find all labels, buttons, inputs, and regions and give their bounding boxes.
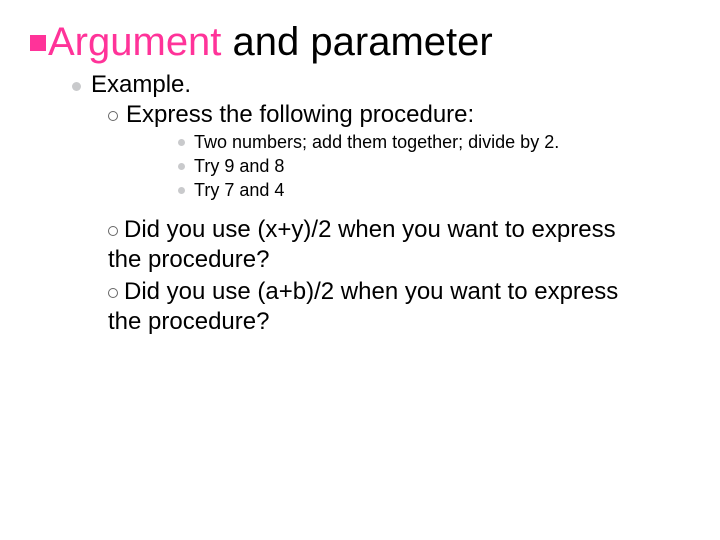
level2-text: Express the following procedure: (126, 101, 474, 129)
q1-line2: the procedure? (108, 245, 690, 275)
level3-text-b: Try 9 and 8 (194, 156, 284, 177)
disc-bullet-icon (72, 82, 81, 91)
q2-line1: Did you use (a+b)/2 when you want to exp… (124, 278, 618, 305)
circle-bullet-icon (108, 111, 118, 121)
square-bullet-icon (30, 35, 46, 51)
level3-text-c: Try 7 and 4 (194, 180, 284, 201)
title-text: Argument and parameter (48, 20, 493, 65)
bullet-level3-a: Two numbers; add them together; divide b… (178, 132, 690, 153)
small-disc-bullet-icon (178, 139, 185, 146)
slide-title: Argument and parameter (30, 20, 690, 65)
title-accent-word: Argument (48, 20, 221, 64)
bullet-level2-q2: Did you use (a+b)/2 when you want to exp… (108, 277, 690, 337)
level1-text: Example. (91, 71, 191, 99)
bullet-level1-example: Example. (72, 71, 690, 99)
title-rest: and parameter (221, 20, 492, 64)
bullet-level2-q1: Did you use (x+y)/2 when you want to exp… (108, 215, 690, 275)
circle-bullet-icon (108, 226, 118, 236)
bullet-level3-c: Try 7 and 4 (178, 180, 690, 201)
q2-line2: the procedure? (108, 307, 690, 337)
level3-text-a: Two numbers; add them together; divide b… (194, 132, 559, 153)
small-disc-bullet-icon (178, 163, 185, 170)
q1-line1: Did you use (x+y)/2 when you want to exp… (124, 216, 616, 243)
bullet-level3-b: Try 9 and 8 (178, 156, 690, 177)
small-disc-bullet-icon (178, 187, 185, 194)
circle-bullet-icon (108, 288, 118, 298)
bullet-level2-express: Express the following procedure: (108, 101, 690, 129)
